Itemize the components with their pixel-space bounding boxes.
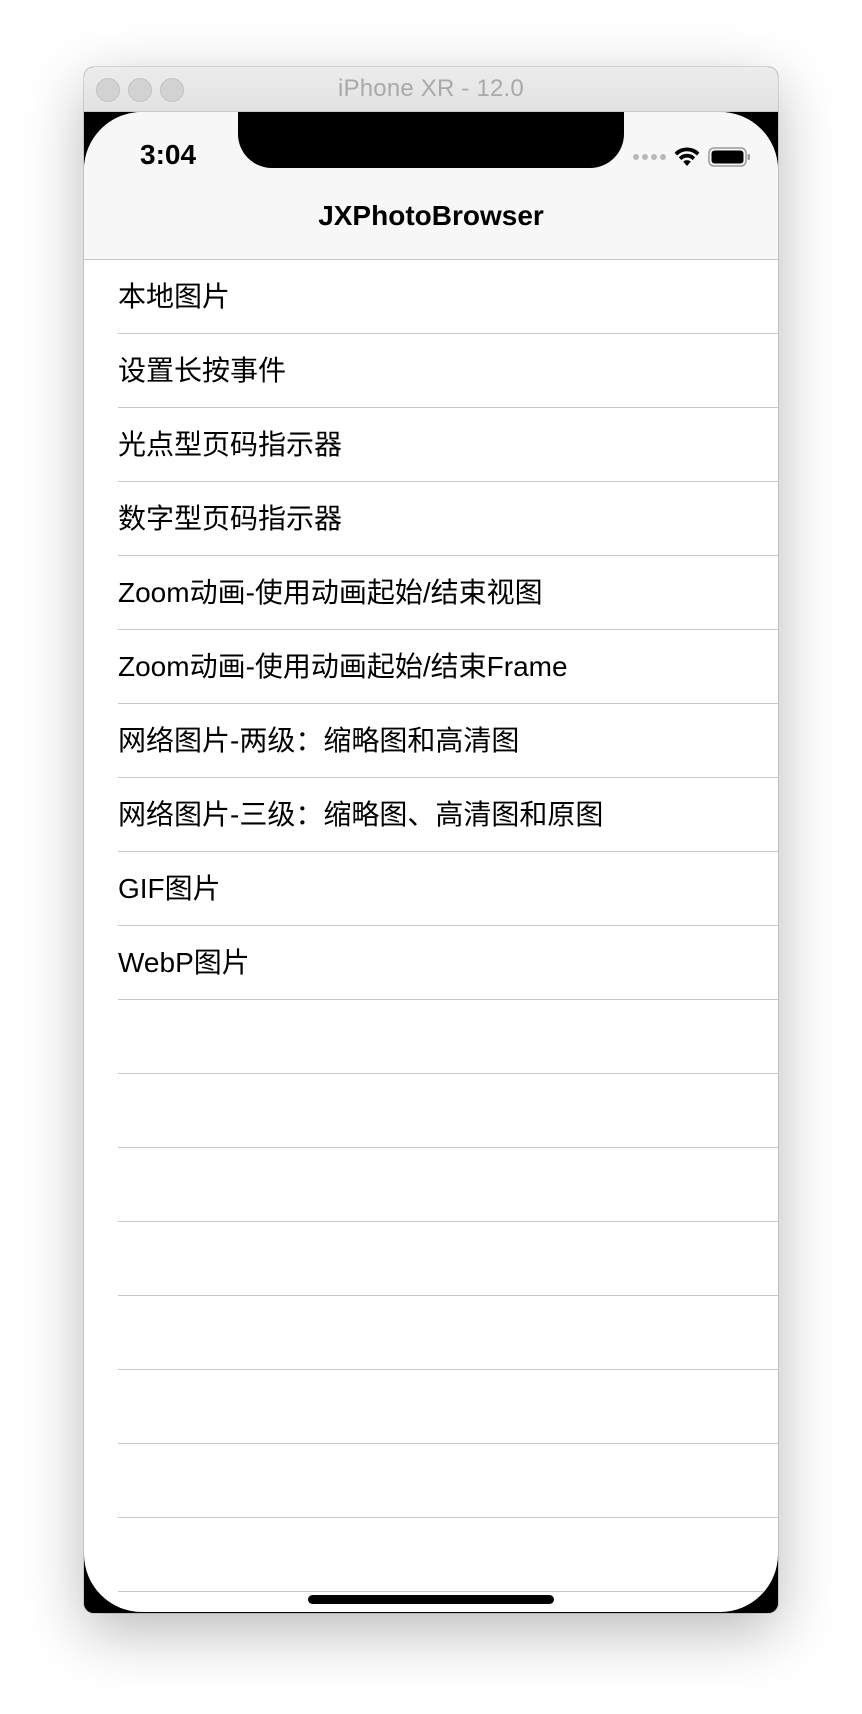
- empty-table-row: [84, 1222, 778, 1296]
- row-label: 光点型页码指示器: [118, 429, 343, 460]
- table-row[interactable]: Zoom动画-使用动画起始/结束视图: [84, 556, 778, 630]
- table-row[interactable]: 数字型页码指示器: [84, 482, 778, 556]
- empty-table-row: [84, 1148, 778, 1222]
- status-time: 3:04: [140, 139, 197, 170]
- battery-icon: [708, 147, 750, 167]
- wifi-icon: [674, 147, 700, 166]
- device-screen: 3:04 JXPhotoBrowser 本地图片 设置长按事件 光点型页码指示器…: [84, 112, 778, 1612]
- row-label: WebP图片: [118, 947, 250, 978]
- empty-table-row: [84, 1370, 778, 1444]
- simulator-window: iPhone XR - 12.0 3:04 JXPhotoBrowser 本地图…: [84, 67, 778, 1613]
- table-row[interactable]: Zoom动画-使用动画起始/结束Frame: [84, 630, 778, 704]
- table-row[interactable]: WebP图片: [84, 926, 778, 1000]
- empty-table-row: [84, 1444, 778, 1518]
- row-label: 网络图片-三级：缩略图、高清图和原图: [118, 799, 604, 830]
- empty-table-row: [84, 1000, 778, 1074]
- table-row[interactable]: 网络图片-三级：缩略图、高清图和原图: [84, 778, 778, 852]
- cellular-dots-icon: [633, 154, 666, 160]
- desktop-background: iPhone XR - 12.0 3:04 JXPhotoBrowser 本地图…: [0, 0, 862, 1714]
- table-view: 本地图片 设置长按事件 光点型页码指示器 数字型页码指示器 Zoom动画-使用动…: [84, 260, 778, 1612]
- empty-table-row: [84, 1074, 778, 1148]
- row-label: 设置长按事件: [118, 355, 287, 386]
- table-row[interactable]: 网络图片-两级：缩略图和高清图: [84, 704, 778, 778]
- table-row[interactable]: 本地图片: [84, 260, 778, 334]
- table-row[interactable]: GIF图片: [84, 852, 778, 926]
- empty-table-row: [84, 1296, 778, 1370]
- window-title: iPhone XR - 12.0: [338, 75, 524, 102]
- row-label: Zoom动画-使用动画起始/结束Frame: [118, 651, 568, 682]
- home-indicator[interactable]: [308, 1595, 554, 1604]
- row-label: 本地图片: [118, 281, 231, 312]
- row-label: 数字型页码指示器: [118, 503, 343, 534]
- empty-table-row: [84, 1518, 778, 1592]
- row-label: 网络图片-两级：缩略图和高清图: [118, 725, 520, 756]
- nav-title: JXPhotoBrowser: [318, 200, 544, 231]
- window-titlebar: iPhone XR - 12.0: [84, 67, 778, 112]
- table-row[interactable]: 设置长按事件: [84, 334, 778, 408]
- status-icons: [633, 142, 752, 172]
- row-label: GIF图片: [118, 873, 221, 904]
- row-label: Zoom动画-使用动画起始/结束视图: [118, 577, 543, 608]
- device-frame: 3:04 JXPhotoBrowser 本地图片 设置长按事件 光点型页码指示器…: [84, 112, 778, 1613]
- table-row[interactable]: 光点型页码指示器: [84, 408, 778, 482]
- device-notch: [238, 112, 624, 168]
